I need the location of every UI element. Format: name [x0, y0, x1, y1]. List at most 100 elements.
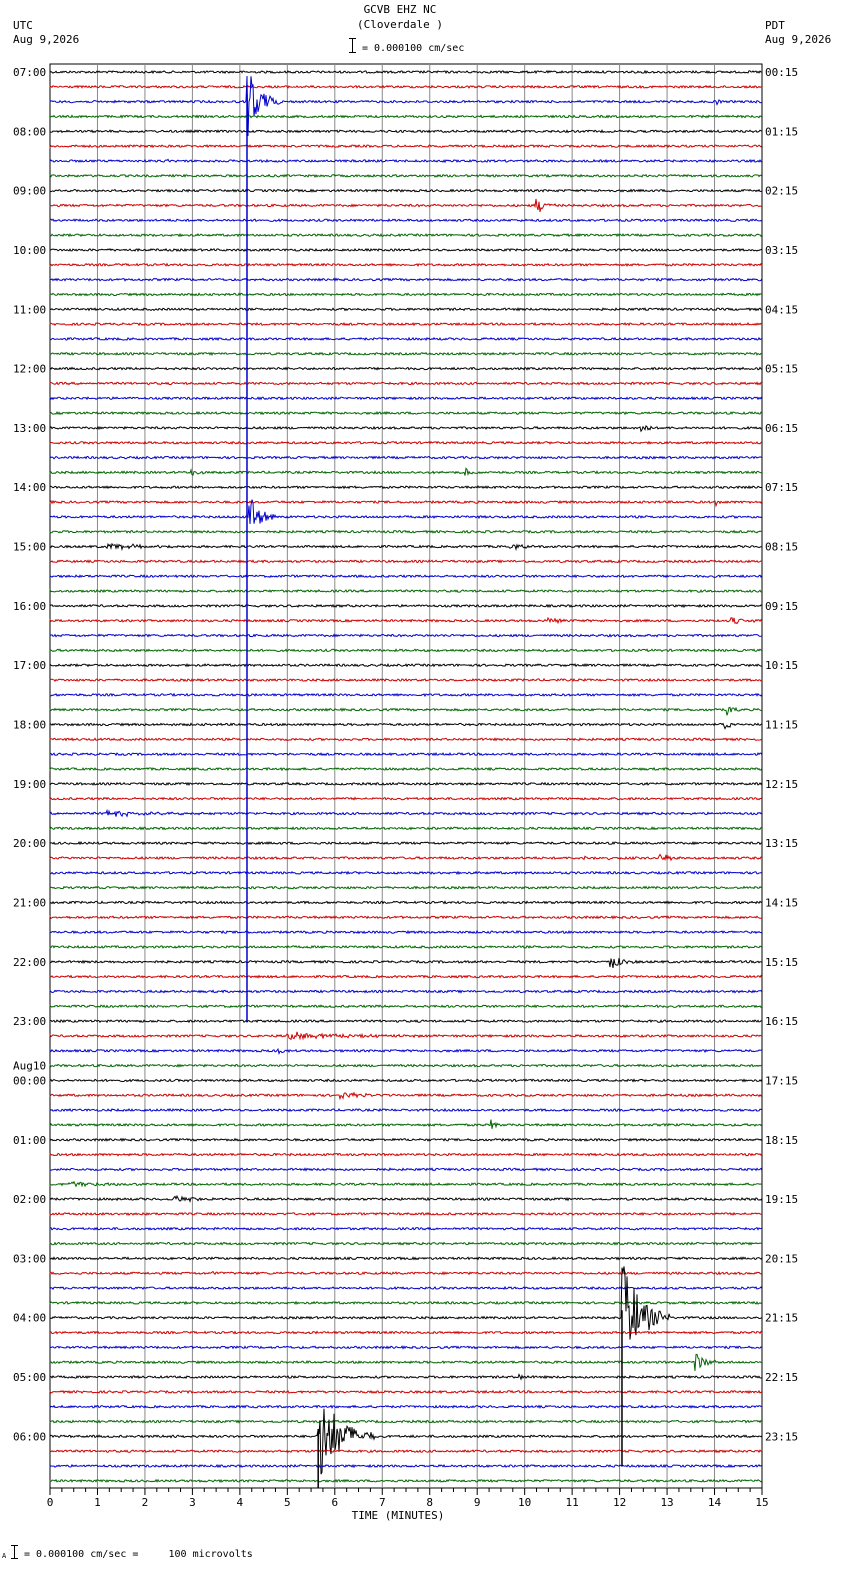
- seismic-trace: [49, 366, 763, 371]
- seismic-trace: [49, 1063, 763, 1068]
- seismic-trace: [49, 1152, 763, 1157]
- seismic-trace: [49, 781, 763, 787]
- seismic-trace: [49, 440, 763, 445]
- seismic-trace: [49, 218, 763, 223]
- seismic-trace: [49, 1300, 763, 1306]
- seismic-trace: [49, 853, 763, 862]
- pdt-hour-label: 08:15: [765, 541, 798, 554]
- footer-scale-label: = 0.000100 cm/sec = 100 microvolts: [24, 1549, 253, 1560]
- seismic-trace: [49, 1241, 763, 1246]
- seismic-trace: [49, 1180, 763, 1188]
- x-tick-label: 2: [142, 1496, 149, 1509]
- utc-hour-label: 06:00: [13, 1430, 46, 1443]
- pdt-hour-label: 07:15: [765, 481, 798, 494]
- seismic-trace: [49, 1167, 763, 1172]
- seismic-trace: [49, 826, 763, 831]
- seismic-trace: [49, 542, 763, 552]
- pdt-hour-label: 04:15: [765, 303, 798, 316]
- seismic-trace: [49, 944, 763, 950]
- seismic-trace: [49, 173, 763, 178]
- seismic-trace: [49, 1463, 763, 1469]
- seismic-trace: [49, 1226, 763, 1231]
- x-tick-label: 7: [379, 1496, 386, 1509]
- seismic-trace: [49, 69, 763, 75]
- pdt-hour-label: 09:15: [765, 600, 798, 613]
- seismic-trace: [49, 692, 763, 698]
- footer-scale-marker: A: [2, 1552, 7, 1560]
- seismic-trace: [49, 989, 763, 994]
- seismic-trace: [49, 648, 763, 653]
- seismic-trace: [49, 1256, 763, 1261]
- utc-date-label: Aug10: [13, 1059, 46, 1072]
- utc-hour-label: 03:00: [13, 1252, 46, 1265]
- seismic-trace: [49, 752, 763, 757]
- seismic-trace: [49, 633, 763, 638]
- utc-hour-label: 23:00: [13, 1015, 46, 1028]
- seismic-trace: [49, 232, 763, 238]
- seismic-trace: [49, 737, 763, 742]
- seismic-trace: [49, 75, 762, 137]
- pdt-hour-label: 16:15: [765, 1015, 798, 1028]
- seismic-trace: [49, 885, 763, 890]
- pdt-hour-label: 11:15: [765, 719, 798, 732]
- seismic-trace: [49, 198, 763, 213]
- seismic-trace: [49, 1047, 763, 1056]
- seismic-trace: [49, 1091, 763, 1101]
- seismic-trace: [49, 914, 763, 920]
- seismic-trace: [49, 706, 763, 716]
- utc-hour-label: 09:00: [13, 185, 46, 198]
- pdt-hour-label: 17:15: [765, 1074, 798, 1087]
- seismic-trace: [49, 1211, 763, 1216]
- seismic-trace: [49, 929, 763, 935]
- utc-hour-label: 02:00: [13, 1193, 46, 1206]
- seismic-trace: [49, 974, 763, 979]
- seismogram-plot: 07:00 08:00 09:00 10:00 11:00 12:00 13:00 14:00…: [13, 63, 798, 1522]
- utc-hour-label: 17:00: [13, 659, 46, 672]
- seismic-trace: [49, 262, 763, 268]
- seismic-trace: [49, 662, 763, 668]
- utc-hour-label: 14:00: [13, 481, 46, 494]
- pdt-hour-label: 01:15: [765, 125, 798, 138]
- seismic-trace: [49, 467, 763, 476]
- seismic-trace: [49, 129, 763, 134]
- seismic-trace: [49, 1078, 763, 1083]
- x-tick-label: 6: [331, 1496, 338, 1509]
- x-tick-label: 3: [189, 1496, 196, 1509]
- seismic-trace: [49, 808, 763, 818]
- pdt-hour-label: 12:15: [765, 778, 798, 791]
- x-tick-label: 0: [47, 1496, 54, 1509]
- seismic-trace: [49, 247, 763, 253]
- utc-hour-label: 10:00: [13, 244, 46, 257]
- seismic-trace: [49, 410, 763, 416]
- x-axis-title: TIME (MINUTES): [352, 1509, 445, 1522]
- seismic-trace: [49, 616, 763, 625]
- pdt-hour-label: 15:15: [765, 956, 798, 969]
- seismic-trace: [49, 1478, 763, 1483]
- seismic-trace: [49, 603, 763, 609]
- utc-hour-label: 00:00: [13, 1074, 46, 1087]
- seismic-trace: [49, 722, 763, 730]
- pdt-hour-label: 23:15: [765, 1430, 798, 1443]
- pdt-hour-label: 18:15: [765, 1134, 798, 1147]
- seismic-trace: [49, 1389, 763, 1395]
- seismic-trace: [49, 1004, 763, 1009]
- seismic-trace: [49, 677, 763, 683]
- utc-hour-label: 16:00: [13, 600, 46, 613]
- seismic-trace: [49, 1194, 763, 1204]
- utc-hour-label: 21:00: [13, 896, 46, 909]
- seismic-trace: [49, 499, 763, 508]
- seismic-trace: [49, 292, 763, 297]
- seismic-trace: [49, 321, 763, 327]
- seismic-trace: [49, 1119, 763, 1129]
- utc-hour-label: 19:00: [13, 778, 46, 791]
- pdt-hour-label: 14:15: [765, 896, 798, 909]
- seismic-trace: [49, 277, 763, 282]
- utc-hour-label: 01:00: [13, 1134, 46, 1147]
- utc-hour-label: 12:00: [13, 363, 46, 376]
- seismic-trace: [49, 1137, 763, 1142]
- x-tick-label: 5: [284, 1496, 291, 1509]
- seismic-trace: [49, 1373, 763, 1381]
- seismic-trace: [49, 381, 763, 386]
- seismic-trace: [49, 1408, 763, 1475]
- seismic-trace: [49, 188, 763, 193]
